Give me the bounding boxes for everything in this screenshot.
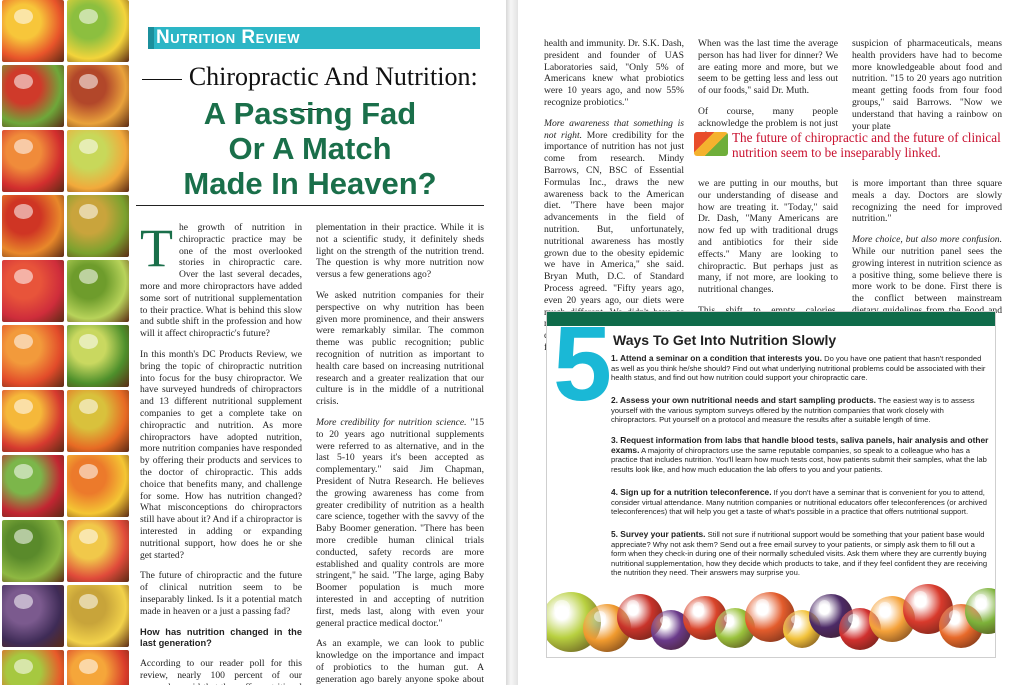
tip-item: 1. Attend a seminar on a condition that … xyxy=(611,353,989,383)
tips-number: 5 xyxy=(553,311,612,423)
fruit-photo xyxy=(67,195,129,257)
article-paragraph: The future of chiropractic and the futur… xyxy=(140,570,302,617)
article-paragraph: we are putting in our mouths, but our un… xyxy=(698,178,838,296)
pull-quote: The future of chiropractic and the futur… xyxy=(694,128,1020,164)
fruit-photo xyxy=(67,325,129,387)
article-paragraph: We asked nutrition companies for their p… xyxy=(316,289,484,408)
fruit-photo xyxy=(67,65,129,127)
article-column-1: The growth of nutrition in chiropractic … xyxy=(140,218,302,685)
article-paragraph: is more important than three square meal… xyxy=(852,178,1002,225)
fruit-photo xyxy=(2,650,64,685)
fruit-photo xyxy=(67,650,129,685)
tips-box: 5 Ways To Get Into Nutrition Slowly 1. A… xyxy=(546,311,996,658)
section-label: Nutrition Review xyxy=(148,27,480,49)
tips-box-top-bar xyxy=(547,312,995,326)
article-paragraph: plementation in their practice. While it… xyxy=(316,222,484,281)
page-gutter xyxy=(506,0,518,685)
article-paragraph: health and immunity. Dr. S.K. Dash, pres… xyxy=(544,38,684,108)
fruit-icon xyxy=(694,132,728,156)
article-column-5: suspicion of pharmaceuticals, means heal… xyxy=(852,38,1002,141)
tip-item: 2. Assess your own nutritional needs and… xyxy=(611,395,989,425)
fruit-photo xyxy=(2,520,64,582)
tip-heading: 1. Attend a seminar on a condition that … xyxy=(611,353,822,363)
fruit-photo-strip xyxy=(0,0,132,685)
fruit-photo xyxy=(2,260,64,322)
fruit-photo xyxy=(2,130,64,192)
article-paragraph: When was the last time the average perso… xyxy=(698,38,838,97)
article-paragraph: As an example, we can look to public kno… xyxy=(316,638,484,685)
fruit-photo xyxy=(67,585,129,647)
fruit-photo xyxy=(67,130,129,192)
article-lead-in: More credibility for nutrition science. xyxy=(316,416,467,428)
tip-heading: 4. Sign up for a nutrition teleconferenc… xyxy=(611,487,772,497)
fruit-photo xyxy=(2,195,64,257)
headline-line-2: Or A Match xyxy=(228,131,392,166)
article-paragraph: "15 to 20 years ago nutritional suppleme… xyxy=(316,416,484,629)
headline-kicker-text: Chiropractic And Nutrition: xyxy=(188,62,478,91)
tip-body: A majority of chiropractors use the same… xyxy=(611,445,987,474)
fruit-photo xyxy=(2,585,64,647)
tip-item: 3. Request information from labs that ha… xyxy=(611,435,989,474)
tip-heading: 5. Survey your patients. xyxy=(611,529,706,539)
tips-title: Ways To Get Into Nutrition Slowly xyxy=(613,332,837,348)
tip-heading: 2. Assess your own nutritional needs and… xyxy=(611,395,876,405)
fruit-photo xyxy=(67,390,129,452)
article-paragraph: suspicion of pharmaceuticals, means heal… xyxy=(852,38,1002,132)
article-paragraph: According to our reader poll for this re… xyxy=(140,658,302,685)
pull-quote-text: The future of chiropractic and the futur… xyxy=(732,130,1001,160)
section-label-text: Nutrition Review xyxy=(156,27,300,48)
fruit-photo xyxy=(67,455,129,517)
fruit-photo xyxy=(67,260,129,322)
fruit-photo xyxy=(67,0,129,62)
fruit-photo xyxy=(2,65,64,127)
fruit-photo-band xyxy=(547,574,995,657)
left-page: Nutrition Review Chiropractic And Nutrit… xyxy=(0,0,506,685)
article-lead-in: More choice, but also more confusion. xyxy=(852,234,1002,246)
headline-main: A Passing Fad Or A Match Made In Heaven? xyxy=(136,96,484,201)
fruit-photo xyxy=(2,325,64,387)
headline-line-1: A Passing Fad xyxy=(203,96,417,131)
drop-cap: T xyxy=(140,218,173,278)
article-paragraph: In this month's DC Products Review, we b… xyxy=(140,348,302,561)
article-subheading: How has nutrition changed in the last ge… xyxy=(140,626,302,649)
headline-line-3: Made In Heaven? xyxy=(183,166,437,201)
tip-item: 4. Sign up for a nutrition teleconferenc… xyxy=(611,487,989,517)
fruit-photo xyxy=(67,520,129,582)
fruit-photo xyxy=(2,0,64,62)
article-column-2: plementation in their practice. While it… xyxy=(316,222,484,685)
fruit-photo xyxy=(2,455,64,517)
fruit-photo xyxy=(2,390,64,452)
tip-item: 5. Survey your patients. Still not sure … xyxy=(611,529,989,578)
headline-rule xyxy=(136,205,484,206)
